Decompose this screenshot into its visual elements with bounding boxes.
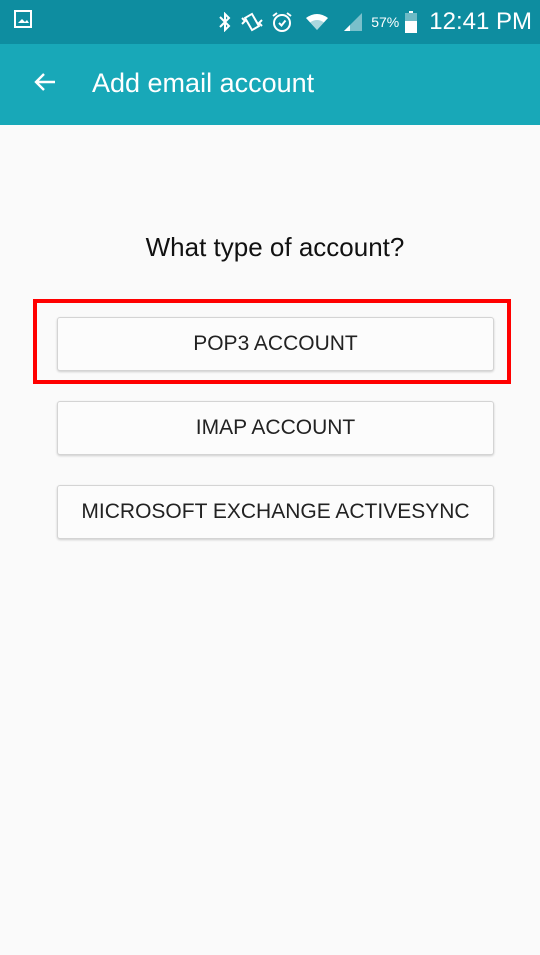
status-bar: 57% 12:41 PM — [0, 0, 540, 44]
back-button[interactable] — [24, 62, 68, 106]
app-bar: Add email account — [0, 44, 540, 125]
account-type-question: What type of account? — [145, 232, 405, 262]
exchange-activesync-button[interactable]: MICROSOFT EXCHANGE ACTIVESYNC — [57, 485, 494, 539]
wifi-icon — [305, 12, 329, 32]
pop3-account-button[interactable]: POP3 ACCOUNT — [57, 317, 494, 371]
image-notification-icon — [14, 10, 32, 28]
page-title: Add email account — [92, 68, 315, 98]
imap-account-button[interactable]: IMAP ACCOUNT — [57, 401, 494, 455]
signal-icon — [343, 12, 363, 32]
bluetooth-icon — [217, 12, 233, 32]
clock: 12:41 PM — [429, 8, 532, 35]
arrow-back-icon — [34, 70, 58, 99]
alarm-icon — [271, 11, 293, 33]
vibrate-icon — [239, 12, 265, 32]
battery-percent: 57% — [371, 14, 400, 30]
battery-icon — [405, 11, 418, 33]
status-icons: 57% 12:41 PM — [217, 0, 532, 44]
